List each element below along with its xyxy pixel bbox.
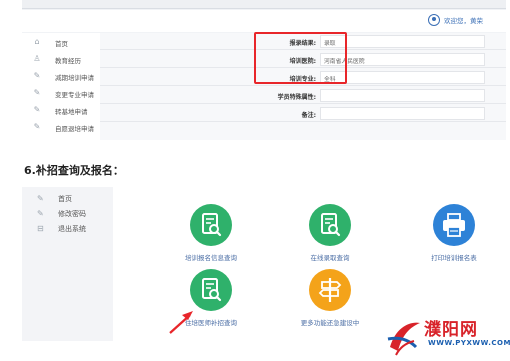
sidebar-item-label: 首页: [55, 40, 68, 48]
sidebar-item-label: 自愿退培申请: [55, 125, 94, 133]
sidebar-item-withdraw[interactable]: ✎ 自愿退培申请: [22, 120, 100, 135]
welcome-text[interactable]: 欢迎您，黄荣: [444, 15, 483, 25]
sidebar-item-reduce-training[interactable]: ✎ 减期培训申请: [22, 69, 100, 84]
pencil-icon: ✎: [33, 122, 41, 131]
watermark-url: WWW.PYXWW.COM: [428, 339, 510, 347]
form-row-special-attr: 学员特殊属性:: [100, 87, 506, 104]
sidebar-item-label: 减期培训申请: [55, 74, 94, 82]
form-label: 备注:: [301, 112, 316, 119]
user-icon[interactable]: [428, 14, 440, 26]
form-label: 学员特殊属性:: [277, 94, 316, 101]
pencil-icon: ✎: [33, 71, 41, 80]
site-logo: [387, 322, 420, 356]
sidebar-item-transfer-base[interactable]: ✎ 转基地申请: [22, 103, 100, 118]
form-value: [320, 89, 485, 102]
highlight-box: [254, 32, 347, 84]
user-icon: ♙: [33, 54, 41, 63]
sidebar: ⌂ 首页 ♙ 教育经历 ✎ 减期培训申请 ✎ 变更专业申请 ✎ 转基地申请 ✎ …: [22, 33, 100, 140]
sidebar-item-label: 转基地申请: [55, 108, 88, 116]
section-heading: 6.补招查询及报名：: [24, 164, 124, 177]
form-value: [320, 107, 485, 120]
top-strip: [22, 0, 506, 9]
form-row-remark: 备注:: [100, 105, 506, 122]
watermark-title: 濮阳网: [424, 320, 478, 340]
sidebar-item-label: 教育经历: [55, 57, 81, 65]
sidebar-item-education[interactable]: ♙ 教育经历: [22, 52, 100, 67]
sidebar-item-home[interactable]: ⌂ 首页: [22, 35, 100, 50]
sidebar-item-label: 变更专业申请: [55, 91, 94, 99]
home-icon: ⌂: [34, 37, 40, 46]
pencil-icon: ✎: [33, 105, 41, 114]
profile-screenshot: 欢迎您，黄荣 ⌂ 首页 ♙ 教育经历 ✎ 减期培训申请 ✎ 变更专业申请 ✎ 转…: [22, 0, 506, 140]
user-bar: 欢迎您，黄荣: [22, 10, 506, 32]
pencil-icon: ✎: [33, 88, 41, 97]
sidebar-item-change-major[interactable]: ✎ 变更专业申请: [22, 86, 100, 101]
